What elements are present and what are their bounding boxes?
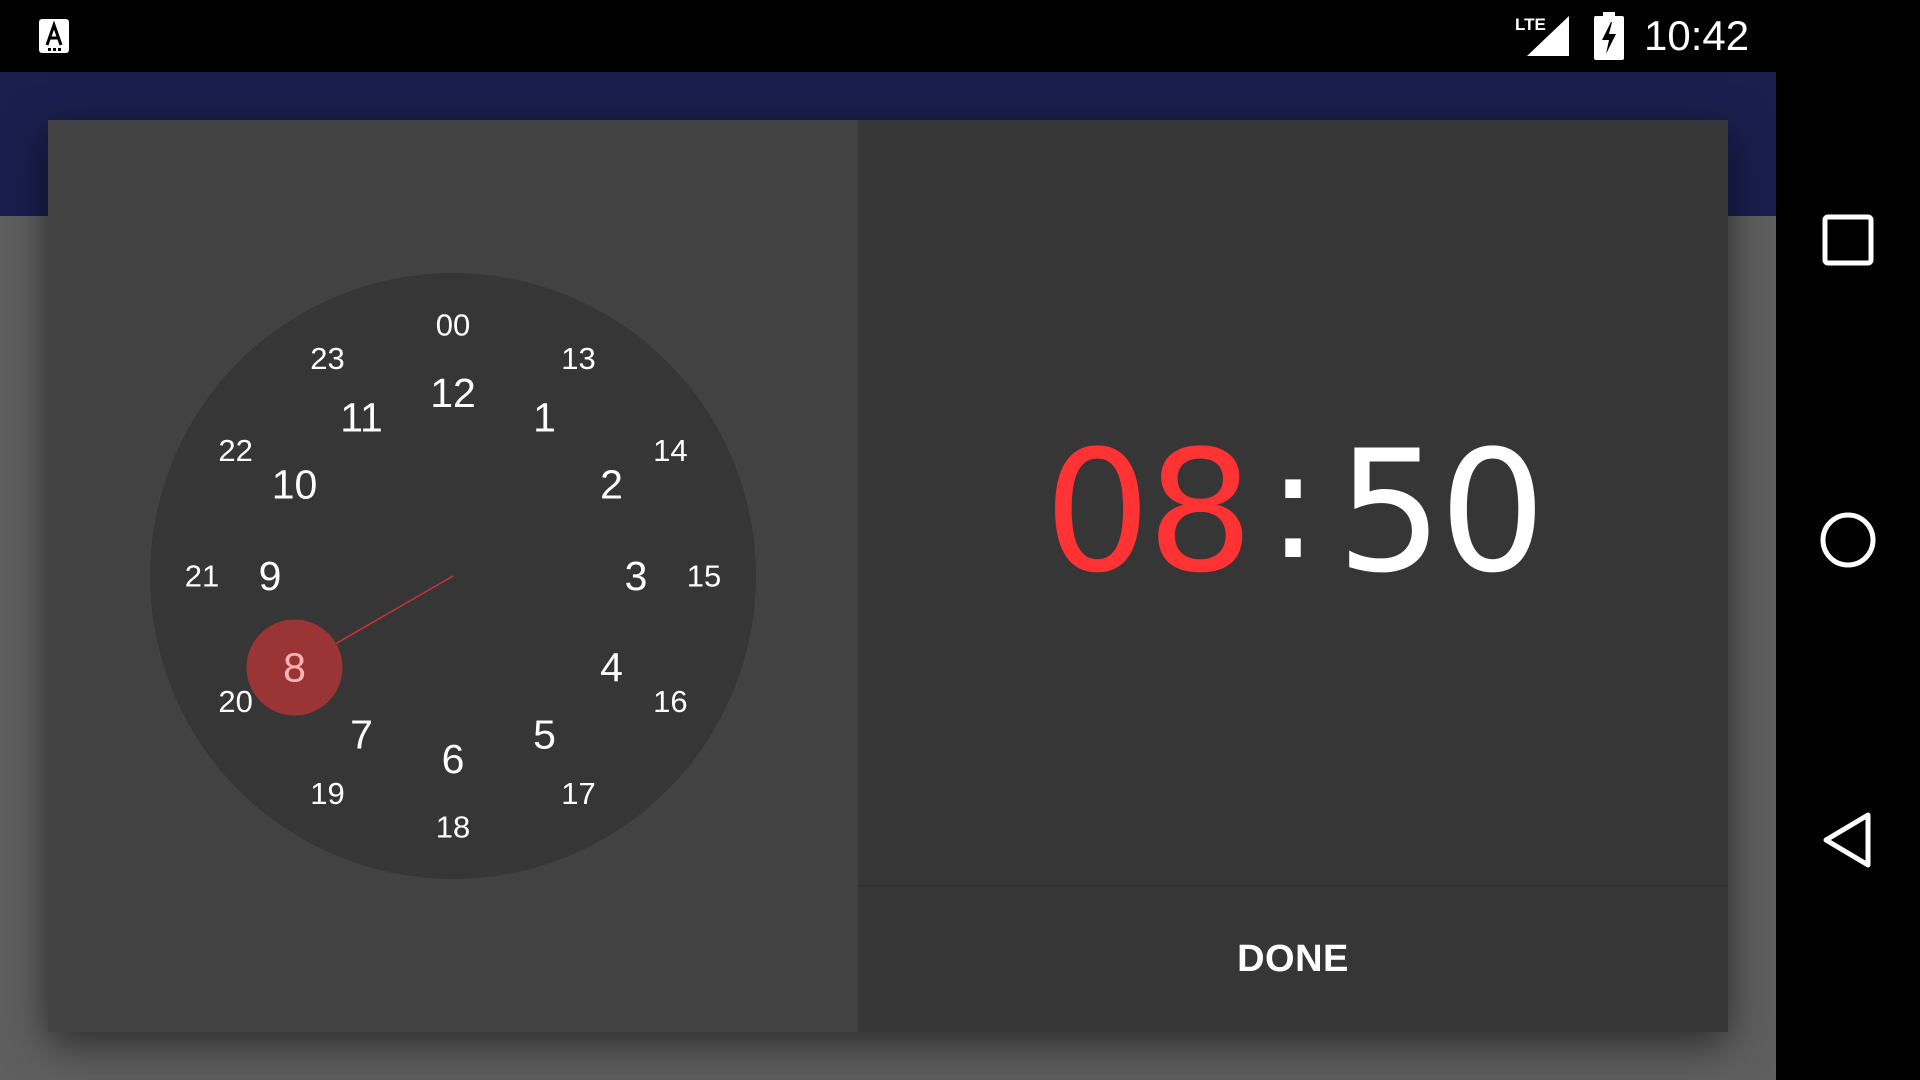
dial-hour-inner[interactable]: 10 [272,462,318,508]
clock-dial-pane: 00 13 14 15 16 17 18 19 20 21 22 23 12 1 2 3 4 5 6 7 8 9 10 11 [48,120,858,1032]
dial-hour-outer[interactable]: 13 [561,341,595,376]
dial-hour-inner[interactable]: 1 [533,395,556,441]
dial-hour-selected[interactable]: 8 [283,645,306,691]
dial-hour-inner[interactable]: 11 [340,395,383,441]
dial-hour-outer[interactable]: 15 [687,559,721,594]
dial-hour-outer[interactable]: 23 [310,341,344,376]
time-display: 08 : 50 [858,120,1728,885]
battery-charging-icon [1594,12,1624,60]
dial-hour-inner[interactable]: 5 [533,711,556,757]
navigation-bar [1776,0,1920,1080]
back-triangle-icon [1823,812,1871,868]
dial-hour-inner[interactable]: 6 [442,736,465,782]
home-button[interactable] [1776,480,1920,600]
app-notification-icon [39,19,69,53]
dial-hour-outer[interactable]: 18 [436,810,470,845]
time-picker-dialog: 00 13 14 15 16 17 18 19 20 21 22 23 12 1 2 3 4 5 6 7 8 9 10 11 … [48,120,1728,1032]
dial-hour-outer[interactable]: 16 [653,684,687,719]
dial-hour-outer[interactable]: 21 [185,559,219,594]
done-button[interactable]: DONE [858,886,1728,1032]
minute-display[interactable]: 50 [1336,428,1546,596]
status-clock: 10:42 [1644,12,1750,59]
dial-hour-outer[interactable]: 00 [436,308,470,343]
network-type-label: LTE [1515,15,1546,34]
clock-dial[interactable]: 001314151617181920212223121234567891011 [48,120,858,1032]
dial-hour-inner[interactable]: 2 [600,462,623,508]
dial-hour-inner[interactable]: 9 [259,553,282,599]
status-bar: LTE 10:42 [0,0,1776,72]
dial-hour-inner[interactable]: 3 [625,553,648,599]
back-button[interactable] [1776,780,1920,900]
dial-hour-outer[interactable]: 20 [218,684,252,719]
dial-hour-outer[interactable]: 14 [653,433,687,468]
cell-signal-icon: LTE [1515,15,1569,56]
dial-hour-inner[interactable]: 4 [600,645,623,691]
time-separator: : [1267,418,1319,593]
home-circle-icon [1820,512,1876,568]
dial-hour-outer[interactable]: 22 [218,433,252,468]
dial-hour-outer[interactable]: 19 [310,776,344,811]
dial-hour-inner[interactable]: 7 [350,711,373,757]
recents-square-icon [1822,214,1874,266]
time-display-pane: 08 : 50 DONE [858,120,1728,1032]
hour-display[interactable]: 08 [1044,428,1254,596]
dial-hour-outer[interactable]: 17 [561,776,595,811]
dial-hour-inner[interactable]: 12 [430,370,476,416]
recents-button[interactable] [1776,180,1920,300]
